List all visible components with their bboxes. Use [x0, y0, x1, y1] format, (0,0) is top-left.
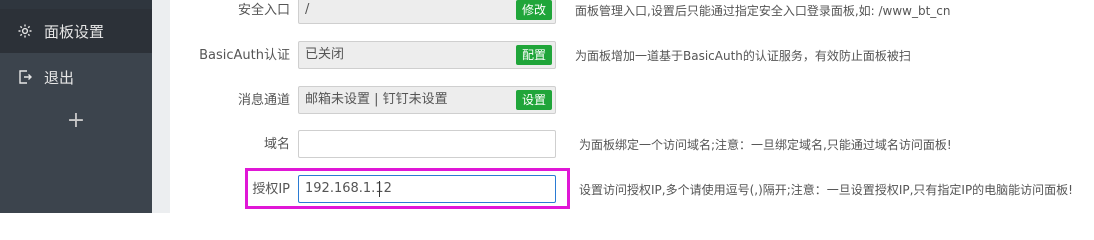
sidebar: 面板设置 退出 + — [0, 0, 152, 213]
gear-icon — [16, 22, 34, 40]
basic-auth-value: 已关闭 — [305, 47, 345, 62]
row-message-channel: 消息通道 邮箱未设置 | 钉钉未设置 设置 — [170, 86, 1094, 116]
row-basic-auth: BasicAuth认证 已关闭 配置 为面板增加一道基于BasicAuth的认证… — [170, 41, 1094, 71]
domain-label: 域名 — [263, 137, 290, 152]
basic-auth-hint: 为面板增加一道基于BasicAuth的认证服务，有效防止面板被扫 — [575, 49, 911, 63]
sidebar-item-label: 面板设置 — [44, 22, 105, 41]
domain-hint: 为面板绑定一个访问域名;注意：一旦绑定域名,只能通过域名访问面板! — [579, 138, 952, 152]
row-safe-entry: 安全入口 / 修改 面板管理入口,设置后只能通过指定安全入口登录面板,如: /w… — [170, 0, 1094, 26]
safe-entry-label: 安全入口 — [237, 3, 290, 18]
sidebar-item-label: 退出 — [44, 68, 75, 87]
highlight-box — [245, 168, 570, 209]
message-channel-field[interactable]: 邮箱未设置 | 钉钉未设置 设置 — [298, 86, 556, 114]
authorized-ip-hint: 设置访问授权IP,多个请使用逗号(,)隔开;注意：一旦设置授权IP,只有指定IP… — [579, 183, 1073, 197]
settings-button[interactable]: 设置 — [515, 90, 552, 110]
sidebar-item-panel-settings[interactable]: 面板设置 — [0, 9, 152, 53]
safe-entry-field[interactable]: / 修改 — [298, 0, 556, 24]
plus-icon: + — [66, 107, 86, 133]
logout-icon — [16, 68, 34, 86]
row-domain: 域名 为面板绑定一个访问域名;注意：一旦绑定域名,只能通过域名访问面板! — [170, 130, 1094, 160]
sidebar-gutter — [152, 0, 170, 213]
configure-button[interactable]: 配置 — [515, 45, 552, 65]
message-channel-value: 邮箱未设置 | 钉钉未设置 — [305, 92, 448, 107]
sidebar-top-edge — [0, 0, 152, 9]
message-channel-label: 消息通道 — [237, 93, 290, 108]
modify-button[interactable]: 修改 — [515, 0, 552, 20]
safe-entry-hint: 面板管理入口,设置后只能通过指定安全入口登录面板,如: /www_bt_cn — [575, 4, 951, 18]
safe-entry-value: / — [305, 2, 310, 17]
basic-auth-field[interactable]: 已关闭 配置 — [298, 41, 556, 69]
domain-input[interactable] — [298, 130, 556, 158]
add-button[interactable]: + — [0, 100, 152, 140]
basic-auth-label: BasicAuth认证 — [199, 48, 290, 63]
sidebar-item-logout[interactable]: 退出 — [0, 55, 152, 99]
